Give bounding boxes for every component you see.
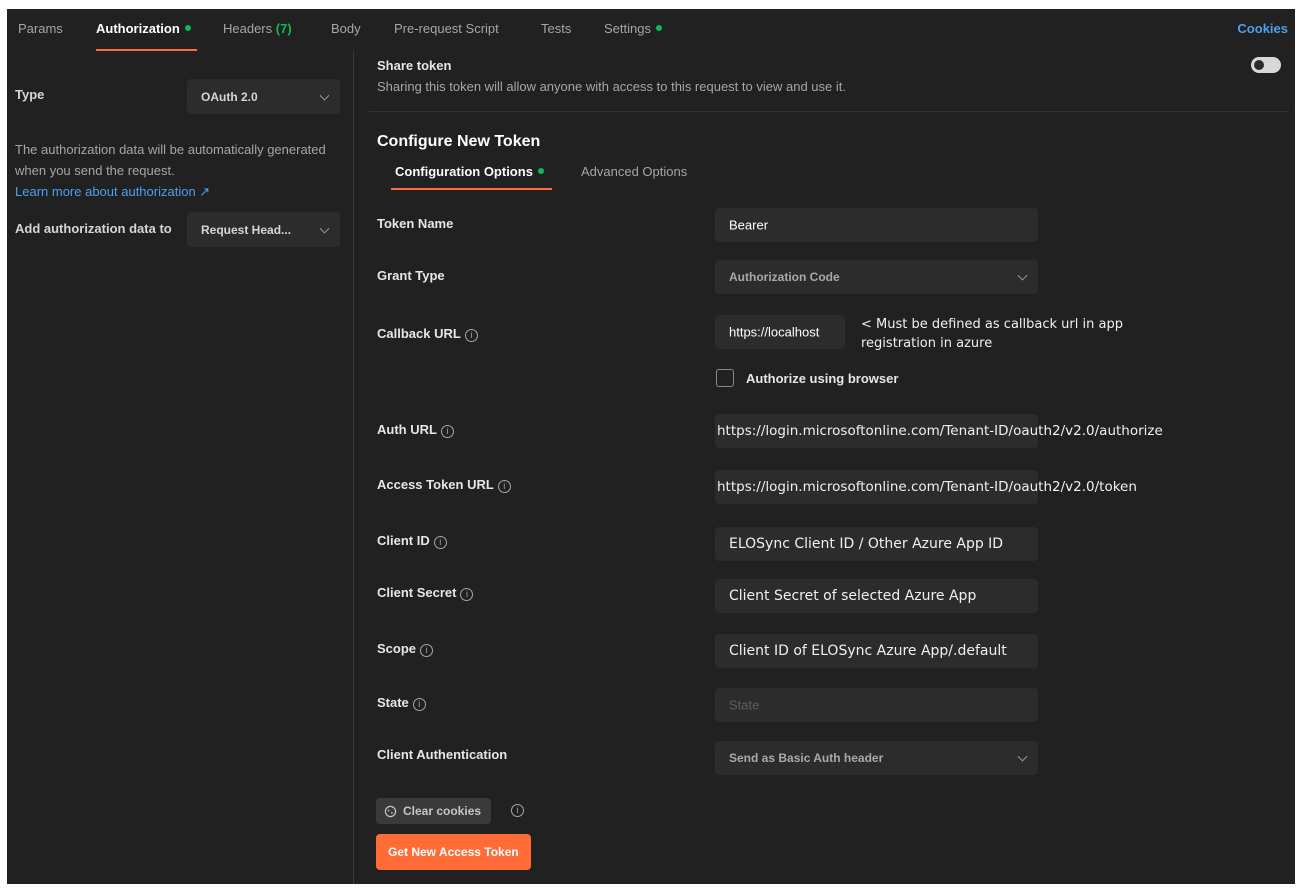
auth-sidebar: Type OAuth 2.0 The authorization data wi… xyxy=(7,51,353,884)
scope-label: Scope i xyxy=(377,641,434,657)
info-icon: i xyxy=(433,536,447,549)
section-divider xyxy=(369,111,1289,112)
tab-advanced-options[interactable]: Advanced Options xyxy=(581,164,687,179)
auth-type-select[interactable]: OAuth 2.0 xyxy=(187,79,340,114)
cookies-link[interactable]: Cookies xyxy=(1237,21,1288,36)
access-token-url-label: Access Token URL i xyxy=(377,477,511,493)
tab-tests[interactable]: Tests xyxy=(541,21,571,51)
chevron-down-icon xyxy=(1017,270,1028,281)
info-icon: i xyxy=(460,588,474,601)
chevron-down-icon xyxy=(1017,751,1028,762)
token-name-label: Token Name xyxy=(377,216,454,231)
cookie-icon xyxy=(384,805,397,817)
add-to-label: Add authorization data to xyxy=(15,221,172,236)
tab-body[interactable]: Body xyxy=(331,21,361,51)
add-to-select[interactable]: Request Head... xyxy=(187,212,340,247)
share-token-description: Sharing this token will allow anyone wit… xyxy=(377,79,846,94)
client-auth-label: Client Authentication xyxy=(377,747,508,762)
state-input[interactable]: State xyxy=(715,688,1038,722)
request-tab-bar: Params Authorization Headers (7) Body Pr… xyxy=(7,9,1295,51)
client-id-input[interactable]: ELOSync Client ID / Other Azure App ID xyxy=(715,527,1038,561)
grant-type-select[interactable]: Authorization Code xyxy=(715,260,1038,294)
info-icon: i xyxy=(420,644,434,657)
tab-headers[interactable]: Headers (7) xyxy=(223,21,292,51)
scope-input[interactable]: Client ID of ELOSync Azure App/.default xyxy=(715,634,1038,668)
clear-cookies-button[interactable]: Clear cookies xyxy=(376,798,492,824)
share-token-title: Share token xyxy=(377,58,452,73)
callback-url-label: Callback URL i xyxy=(377,326,478,342)
status-dot xyxy=(655,25,662,31)
client-auth-select[interactable]: Send as Basic Auth header xyxy=(715,741,1038,775)
info-icon: i xyxy=(497,480,511,493)
learn-more-link[interactable]: Learn more about authorization ↗ xyxy=(15,184,210,199)
token-config-panel: Share token Sharing this token will allo… xyxy=(354,51,1295,884)
authorize-browser-label: Authorize using browser xyxy=(746,371,899,386)
get-new-access-token-button[interactable]: Get New Access Token xyxy=(376,834,531,870)
chevron-down-icon xyxy=(319,90,330,101)
active-tab-indicator xyxy=(391,188,552,190)
state-label: State i xyxy=(377,695,426,711)
info-icon: i xyxy=(511,804,524,817)
callback-annotation: < Must be defined as callback url in app… xyxy=(861,317,1123,351)
auth-panel: Params Authorization Headers (7) Body Pr… xyxy=(7,9,1295,884)
authorize-browser-checkbox[interactable] xyxy=(716,369,734,387)
tab-authorization[interactable]: Authorization xyxy=(96,21,197,51)
info-icon: i xyxy=(464,329,478,342)
auth-description: The authorization data will be automatic… xyxy=(15,142,326,199)
access-token-url-value: https://login.microsoftonline.com/Tenant… xyxy=(717,479,1137,495)
tab-settings[interactable]: Settings xyxy=(604,21,662,51)
client-id-label: Client ID i xyxy=(377,533,447,549)
grant-type-label: Grant Type xyxy=(377,268,445,283)
client-secret-label: Client Secret i xyxy=(377,585,474,601)
status-dot xyxy=(184,25,191,31)
chevron-down-icon xyxy=(319,223,330,234)
client-secret-input[interactable]: Client Secret of selected Azure App xyxy=(715,579,1038,613)
configure-title: Configure New Token xyxy=(377,133,541,150)
status-dot xyxy=(537,168,544,174)
info-icon: i xyxy=(412,698,426,711)
token-name-input[interactable]: Bearer xyxy=(715,208,1038,242)
auth-url-label: Auth URL i xyxy=(377,422,454,438)
info-icon: i xyxy=(440,425,454,438)
callback-url-input[interactable]: https://localhost xyxy=(715,315,845,349)
headers-count-badge: (7) xyxy=(275,21,292,36)
tab-configuration-options[interactable]: Configuration Options xyxy=(391,164,552,190)
type-label: Type xyxy=(15,87,45,102)
tab-params[interactable]: Params xyxy=(18,21,63,51)
tab-pre-request-script[interactable]: Pre-request Script xyxy=(394,21,499,51)
auth-url-value: https://login.microsoftonline.com/Tenant… xyxy=(717,423,1163,439)
